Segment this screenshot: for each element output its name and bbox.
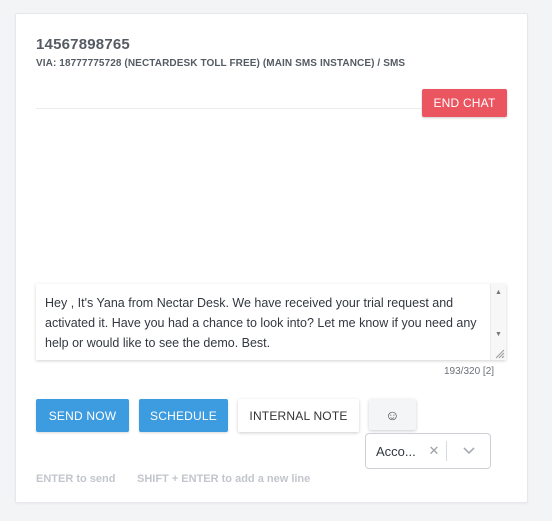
contact-number: 14567898765 [36, 36, 130, 53]
enter-hint: ENTER to send [36, 473, 116, 485]
channel-via-line: VIA: 18777775728 (NECTARDESK TOLL FREE) … [36, 58, 406, 69]
account-select[interactable]: Acco... ✕ [365, 433, 491, 469]
schedule-button[interactable]: SCHEDULE [139, 399, 228, 432]
end-chat-button[interactable]: END CHAT [422, 89, 507, 117]
send-now-button[interactable]: SEND NOW [36, 399, 129, 432]
internal-note-button[interactable]: INTERNAL NOTE [238, 399, 359, 432]
smiley-icon: ☺ [385, 406, 400, 423]
shift-enter-hint: SHIFT + ENTER to add a new line [137, 473, 311, 485]
message-text[interactable]: Hey , It's Yana from Nectar Desk. We hav… [45, 293, 490, 353]
scroll-down-arrow-icon[interactable]: ▼ [491, 328, 506, 340]
chevron-down-icon[interactable] [447, 447, 490, 455]
close-icon[interactable]: ✕ [422, 443, 446, 459]
chat-panel: 14567898765 VIA: 18777775728 (NECTARDESK… [15, 13, 528, 503]
message-textarea[interactable]: Hey , It's Yana from Nectar Desk. We hav… [36, 284, 506, 360]
emoji-button[interactable]: ☺ [369, 399, 416, 430]
character-counter: 193/320 [2] [444, 366, 495, 377]
account-select-value: Acco... [376, 443, 416, 459]
resize-handle-icon[interactable] [495, 349, 505, 359]
scroll-up-arrow-icon[interactable]: ▲ [491, 286, 506, 298]
